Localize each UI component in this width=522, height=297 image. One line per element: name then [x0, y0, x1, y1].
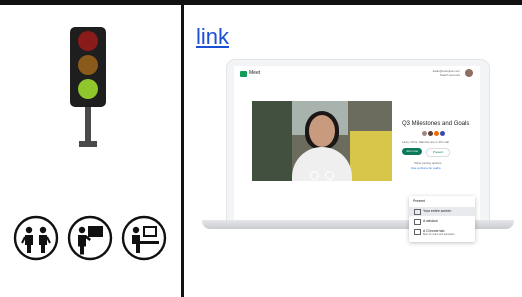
account-avatar[interactable] — [465, 69, 473, 77]
video-preview — [252, 101, 392, 181]
people-talking-icon — [13, 215, 59, 261]
laptop-illustration: Meet katie@example.com Switch account Q3… — [196, 50, 522, 250]
traffic-light-icon — [70, 27, 106, 147]
menu-item-chrome-tab[interactable]: A Chrome tab Best for video and animatio… — [409, 227, 475, 236]
account-info: katie@example.com Switch account — [433, 69, 460, 77]
person-body — [292, 147, 352, 181]
present-menu: Present Your entire screen A window A Ch… — [409, 196, 475, 242]
person-face — [309, 115, 335, 147]
presenter-board-icon — [67, 215, 113, 261]
participant-avatars — [422, 131, 448, 136]
present-menu-title: Present — [413, 199, 426, 203]
mic-icon[interactable] — [310, 171, 319, 180]
person-computer-icon — [121, 215, 167, 261]
menu-item-label: Your entire screen — [423, 209, 452, 213]
avatar — [422, 131, 427, 136]
meeting-title: Q3 Milestones and Goals — [402, 121, 470, 127]
use-phone-link[interactable]: Use a phone for audio — [411, 166, 441, 170]
monitor-icon — [414, 209, 421, 215]
link[interactable]: link — [196, 24, 229, 50]
left-panel — [0, 5, 181, 297]
join-now-button[interactable]: Join now — [402, 148, 422, 155]
avatar — [434, 131, 439, 136]
tab-icon — [414, 229, 421, 235]
menu-item-entire-screen[interactable]: Your entire screen — [409, 207, 475, 216]
other-joining-options: Other joining options — [414, 161, 442, 165]
avatar — [428, 131, 433, 136]
meet-app-name: Meet — [249, 70, 261, 76]
vertical-divider — [181, 0, 184, 297]
camera-icon[interactable] — [325, 171, 334, 180]
icon-row — [13, 215, 173, 261]
video-bg-chair — [350, 131, 392, 181]
menu-item-window[interactable]: A window — [409, 217, 475, 226]
in-call-text: Lana, Chris, Maurice are in this call — [402, 140, 449, 144]
present-button[interactable]: Present — [426, 148, 450, 157]
meet-logo-icon — [240, 71, 247, 77]
avatar — [440, 131, 445, 136]
menu-item-label: A window — [423, 219, 438, 223]
switch-account-link[interactable]: Switch account — [433, 73, 460, 77]
menu-item-sublabel: Best for video and animation — [423, 233, 455, 236]
video-bg-plant — [252, 101, 292, 181]
window-icon — [414, 219, 421, 225]
